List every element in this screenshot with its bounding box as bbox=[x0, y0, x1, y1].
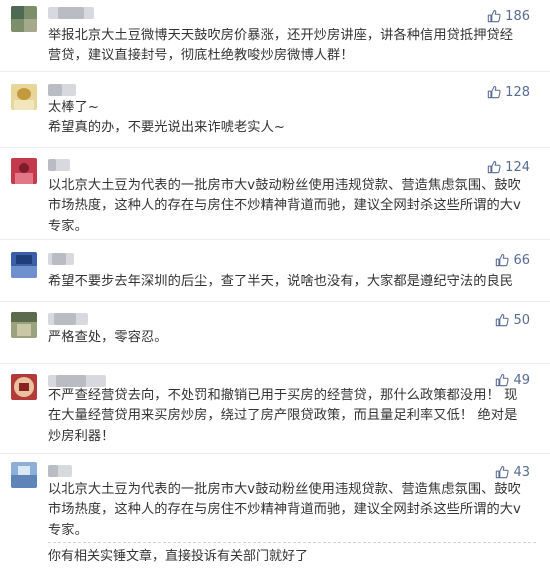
thumbs-up-icon bbox=[496, 466, 510, 479]
avatar[interactable] bbox=[11, 6, 37, 32]
comment-line: 希望不要步去年深圳的后尘，查了半天，说啥也没有，大家都是遵纪守法的良民 bbox=[48, 274, 514, 289]
username-blurred[interactable] bbox=[48, 84, 76, 96]
thumbs-up-icon bbox=[487, 10, 501, 23]
comment-item: 50 严格查处，零容忍。 bbox=[0, 302, 550, 364]
username-blurred[interactable] bbox=[48, 313, 88, 325]
like-count: 50 bbox=[513, 312, 530, 328]
thumbs-up-icon bbox=[487, 86, 501, 99]
thumbs-up-icon bbox=[496, 254, 510, 267]
avatar[interactable] bbox=[11, 312, 37, 338]
comment-item: 186 举报北京大土豆微博天天鼓吹房价暴涨，还开炒房讲座，讲各种信用贷抵押贷经 … bbox=[0, 0, 550, 72]
comment-line: 太棒了~ bbox=[48, 100, 100, 115]
comment-text: 严格查处，零容忍。 bbox=[48, 328, 536, 348]
comment-line: 严格查处，零容忍。 bbox=[48, 330, 168, 345]
like-button[interactable]: 186 bbox=[487, 8, 530, 24]
comment-text: 希望不要步去年深圳的后尘，查了半天，说啥也没有，大家都是遵纪守法的良民 bbox=[48, 272, 536, 292]
username-blurred[interactable] bbox=[48, 253, 74, 265]
thumbs-up-icon bbox=[496, 314, 510, 327]
avatar[interactable] bbox=[11, 462, 37, 488]
username-blurred[interactable] bbox=[48, 7, 94, 19]
comment-line: 不严查经营贷去向，不处罚和撤销已用于买房的经营贷，那什么政策都没用！ 现 bbox=[48, 388, 518, 403]
comment-line: 举报北京大土豆微博天天鼓吹房价暴涨，还开炒房讲座，讲各种信用贷抵押贷经 bbox=[48, 28, 514, 43]
avatar[interactable] bbox=[11, 158, 37, 184]
username-blurred[interactable] bbox=[48, 465, 72, 477]
comment-line: 营贷，建议直接封号，彻底杜绝教唆炒房微博人群！ bbox=[48, 48, 354, 64]
comment-text: 以北京大土豆为代表的一批房市大v鼓动粉丝使用违规贷款、营造焦虑氛围、鼓吹 市场热… bbox=[48, 480, 536, 541]
avatar[interactable] bbox=[11, 374, 37, 400]
comment-line: 市场热度，这种人的存在与房住不炒精神背道而驰，建议全网封杀这些所谓的大v bbox=[48, 198, 521, 214]
avatar[interactable] bbox=[11, 84, 37, 110]
like-count: 186 bbox=[505, 8, 530, 24]
comment-line: 希望真的办，不要光说出来诈唬老实人~ bbox=[48, 120, 286, 136]
comment-text: 以北京大土豆为代表的一批房市大v鼓动粉丝使用违规贷款、营造焦虑氛围、鼓吹 市场热… bbox=[48, 176, 536, 237]
comment-line: 以北京大土豆为代表的一批房市大v鼓动粉丝使用违规贷款、营造焦虑氛围、鼓吹 bbox=[48, 482, 521, 497]
like-count: 43 bbox=[513, 464, 530, 480]
like-button[interactable]: 50 bbox=[495, 312, 530, 328]
like-button[interactable]: 66 bbox=[495, 252, 530, 268]
like-button[interactable]: 43 bbox=[495, 464, 530, 480]
comment-line: 市场热度，这种人的存在与房住不炒精神背道而驰，建议全网封杀这些所谓的大v bbox=[48, 502, 521, 518]
reply-text: 你有相关实锤文章，直接投诉有关部门就好了 bbox=[48, 549, 309, 564]
comment-line: 炒房利器！ bbox=[48, 428, 115, 444]
comment-line: 以北京大土豆为代表的一批房市大v鼓动粉丝使用违规贷款、营造焦虑氛围、鼓吹 bbox=[48, 178, 521, 193]
thumbs-up-icon bbox=[487, 161, 501, 174]
username-blurred[interactable] bbox=[48, 159, 70, 171]
comment-line: 专家。 bbox=[48, 522, 88, 538]
comment-text: 举报北京大土豆微博天天鼓吹房价暴涨，还开炒房讲座，讲各种信用贷抵押贷经 营贷，建… bbox=[48, 26, 536, 67]
comment-text: 太棒了~ 希望真的办，不要光说出来诈唬老实人~ bbox=[48, 98, 536, 139]
comment-text: 不严查经营贷去向，不处罚和撤销已用于买房的经营贷，那什么政策都没用！ 现 在大量… bbox=[48, 386, 536, 447]
like-button[interactable]: 124 bbox=[487, 159, 530, 175]
like-count: 66 bbox=[513, 252, 530, 268]
avatar[interactable] bbox=[11, 252, 37, 278]
comment-item: 124 以北京大土豆为代表的一批房市大v鼓动粉丝使用违规贷款、营造焦虑氛围、鼓吹… bbox=[0, 148, 550, 240]
comment-line: 在大量经营贷用来买房炒房，绕过了房产限贷政策，而且量足利率又低！ 绝对是 bbox=[48, 408, 518, 424]
like-count: 124 bbox=[505, 159, 530, 175]
author-reply: 你有相关实锤文章，直接投诉有关部门就好了 bbox=[48, 542, 536, 567]
comment-item: 66 希望不要步去年深圳的后尘，查了半天，说啥也没有，大家都是遵纪守法的良民 bbox=[0, 240, 550, 302]
comment-item: 128 太棒了~ 希望真的办，不要光说出来诈唬老实人~ bbox=[0, 72, 550, 148]
comment-list: 186 举报北京大土豆微博天天鼓吹房价暴涨，还开炒房讲座，讲各种信用贷抵押贷经 … bbox=[0, 0, 550, 572]
comment-line: 专家。 bbox=[48, 218, 88, 234]
comment-item: 43 以北京大土豆为代表的一批房市大v鼓动粉丝使用违规贷款、营造焦虑氛围、鼓吹 … bbox=[0, 454, 550, 572]
comment-item: 49 不严查经营贷去向，不处罚和撤销已用于买房的经营贷，那什么政策都没用！ 现 … bbox=[0, 364, 550, 454]
thumbs-up-icon bbox=[496, 374, 510, 387]
